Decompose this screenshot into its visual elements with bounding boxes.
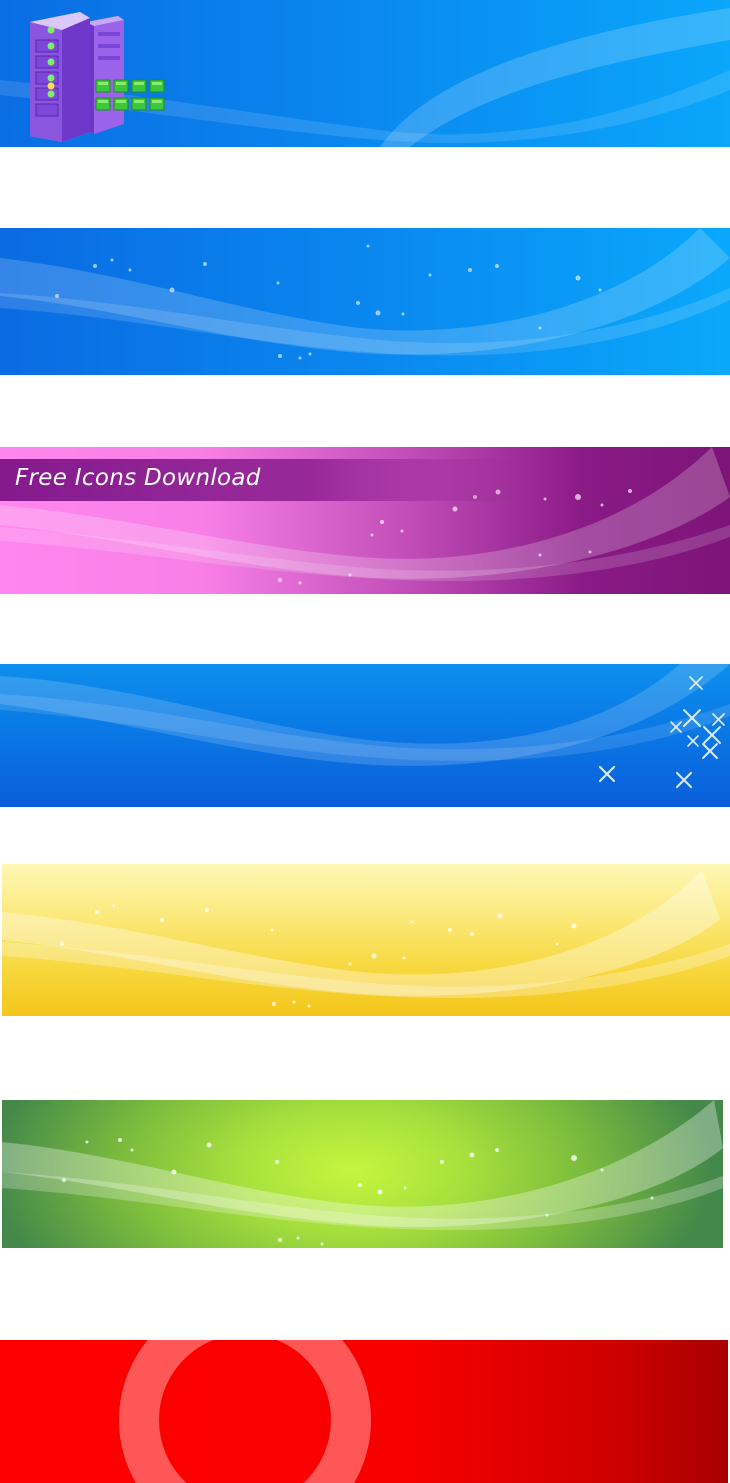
blue-sparkle-banner <box>0 664 730 807</box>
blue-server-banner <box>0 0 730 147</box>
server-icon <box>30 12 165 142</box>
banner-title: Free Icons Download <box>15 465 261 491</box>
ring-shape <box>119 1340 371 1483</box>
blue-wave-banner <box>0 228 730 375</box>
banner-gallery: Free Icons Download <box>0 0 730 1483</box>
yellow-wave-banner <box>2 864 730 1016</box>
purple-title-banner: Free Icons Download <box>0 447 730 594</box>
wave-decoration <box>2 1100 723 1246</box>
red-ring-banner <box>0 1340 728 1483</box>
wave-decoration <box>0 228 730 360</box>
wave-decoration <box>2 870 730 1008</box>
sparkle-icon <box>598 676 725 789</box>
green-wave-banner <box>2 1100 723 1248</box>
